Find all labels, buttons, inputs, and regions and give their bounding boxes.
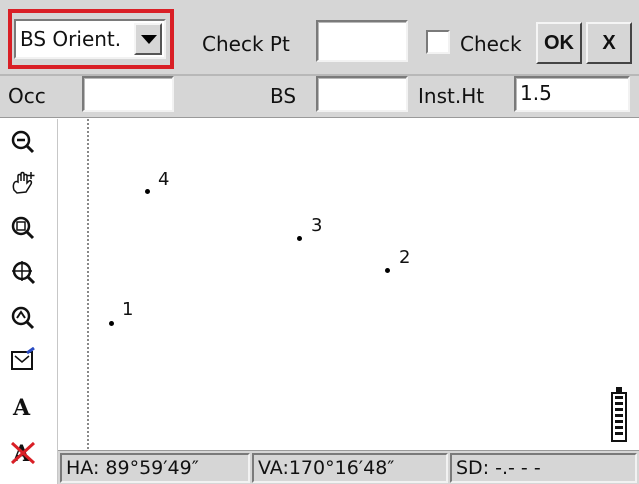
- settings-screen-icon[interactable]: [8, 345, 38, 375]
- map-canvas[interactable]: [59, 119, 639, 450]
- zoom-out-icon[interactable]: [8, 127, 38, 157]
- svg-text:A: A: [12, 395, 31, 419]
- text-icon[interactable]: A: [8, 391, 38, 421]
- check-label: Check: [460, 32, 522, 56]
- zoom-previous-icon[interactable]: [8, 303, 38, 333]
- ha-readout: HA: 89°59′49″: [60, 453, 250, 483]
- baseline-dotted-line: [87, 119, 89, 449]
- point-label: 2: [399, 247, 411, 268]
- point-label: 4: [158, 169, 170, 190]
- battery-icon: [611, 387, 627, 442]
- mode-select-value: BS Orient.: [20, 27, 122, 51]
- map-tool-strip: A A: [0, 119, 58, 484]
- mode-select[interactable]: BS Orient.: [14, 19, 166, 59]
- pan-hand-icon[interactable]: [8, 169, 38, 199]
- check-pt-input[interactable]: [316, 20, 408, 62]
- point-label: 3: [311, 215, 323, 236]
- top-toolbar: BS Orient. Check Pt Check OK X Occ BS In…: [0, 0, 639, 118]
- close-button[interactable]: X: [586, 22, 632, 64]
- survey-point-marker[interactable]: [385, 268, 390, 273]
- survey-point-marker[interactable]: [297, 236, 302, 241]
- status-bar: HA: 89°59′49″ VA:170°16′48″ SD: -.- - -: [58, 450, 639, 484]
- zoom-window-icon[interactable]: [8, 213, 38, 243]
- inst-ht-input[interactable]: 1.5: [514, 76, 630, 112]
- sd-readout: SD: -.- - -: [450, 453, 637, 483]
- text-off-icon[interactable]: A: [8, 437, 38, 467]
- inst-ht-label: Inst.Ht: [418, 84, 485, 108]
- survey-point-marker[interactable]: [145, 189, 150, 194]
- zoom-extents-icon[interactable]: [8, 257, 38, 287]
- ok-button[interactable]: OK: [536, 22, 582, 64]
- check-checkbox[interactable]: [426, 30, 450, 54]
- mode-select-highlight: BS Orient.: [8, 9, 174, 69]
- chevron-down-icon[interactable]: [134, 23, 162, 55]
- va-readout: VA:170°16′48″: [252, 453, 448, 483]
- bs-label: BS: [270, 84, 297, 108]
- check-pt-label: Check Pt: [202, 32, 290, 56]
- bs-input[interactable]: [316, 76, 408, 112]
- point-label: 1: [122, 299, 134, 320]
- occ-input[interactable]: [82, 76, 174, 112]
- survey-point-marker[interactable]: [109, 321, 114, 326]
- occ-label: Occ: [8, 84, 46, 108]
